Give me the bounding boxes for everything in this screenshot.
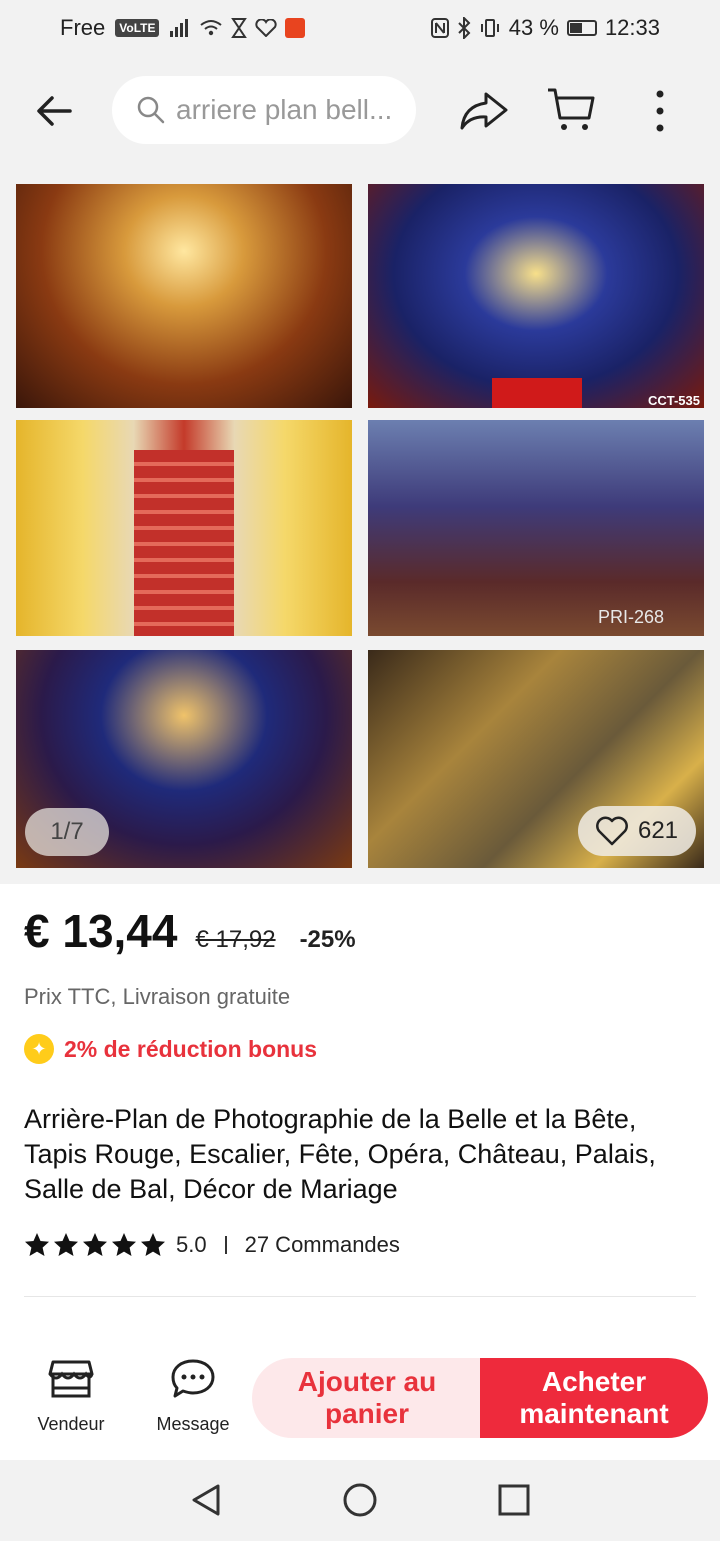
star-icon — [83, 1233, 107, 1256]
status-right: 43 % 12:33 — [430, 15, 660, 41]
image-code-label: CCT-535 — [647, 393, 700, 408]
search-input[interactable]: arriere plan bell... — [112, 76, 416, 144]
top-bar: arriere plan bell... — [0, 56, 720, 164]
message-label: Message — [156, 1414, 230, 1434]
back-arrow-icon[interactable] — [30, 86, 80, 136]
red-staircase — [134, 450, 234, 636]
product-gallery[interactable]: CCT-535 PRI-268 — [0, 164, 720, 884]
signal-icons — [169, 18, 306, 38]
red-carpet — [492, 378, 582, 408]
heart-health-icon — [255, 19, 278, 37]
add-to-cart-button[interactable]: Ajouter au panier — [252, 1358, 482, 1438]
nfc-icon — [430, 18, 449, 38]
nav-home-icon[interactable] — [342, 1482, 378, 1518]
star-icon — [54, 1233, 78, 1256]
product-title: Arrière-Plan de Photographie de la Belle… — [24, 1104, 656, 1204]
wifi-icon — [200, 20, 223, 36]
signal-icon — [170, 19, 189, 37]
gallery-image-3 — [16, 420, 352, 636]
battery-icon — [566, 20, 597, 36]
image-code-label: PRI-268 — [597, 607, 664, 627]
search-query: arriere plan bell... — [176, 94, 393, 125]
nav-recent-apps-icon[interactable] — [496, 1482, 532, 1518]
bonus-row[interactable]: ✦ 2% de réduction bonus — [24, 1034, 317, 1064]
vibrate-icon — [480, 19, 499, 37]
share-icon[interactable] — [456, 86, 512, 136]
original-price: € 17,92 — [195, 926, 276, 953]
heart-icon — [596, 816, 628, 846]
bonus-label: 2% de réduction bonus — [64, 1035, 318, 1062]
search-icon — [137, 96, 165, 124]
image-counter: 1/7 — [25, 808, 109, 856]
gallery-image-1 — [16, 184, 352, 408]
chat-bubble-icon — [171, 1359, 215, 1398]
message-button[interactable]: Message — [148, 1358, 238, 1438]
star-icon — [25, 1233, 49, 1256]
nav-back-icon[interactable] — [188, 1482, 224, 1518]
separator — [224, 1236, 227, 1254]
wishlist-button[interactable]: 621 — [578, 806, 696, 856]
system-nav-bar — [0, 1460, 720, 1541]
bluetooth-icon — [458, 17, 471, 39]
app-notification-icon — [285, 18, 306, 38]
buy-now-button[interactable]: Acheter maintenant — [480, 1358, 708, 1438]
gallery-image-2: CCT-535 — [368, 184, 704, 408]
bonus-coin-icon: ✦ — [24, 1034, 54, 1064]
volte-badge: VoLTE — [115, 19, 160, 37]
like-count: 621 — [637, 817, 679, 844]
bottom-action-bar: Vendeur Message Ajouter au panier Achete… — [0, 1340, 720, 1450]
price-row: € 13,44 € 17,92 -25% — [24, 904, 356, 958]
discount-badge: -25% — [299, 926, 356, 953]
more-options-icon[interactable] — [640, 86, 680, 136]
star-icon — [141, 1233, 165, 1256]
divider — [24, 1296, 696, 1297]
star-rating — [24, 1232, 166, 1258]
cart-icon[interactable] — [545, 84, 597, 136]
store-icon — [48, 1360, 94, 1398]
battery-percent: 43 % — [508, 15, 559, 40]
tax-shipping-note: Prix TTC, Livraison gratuite — [24, 984, 291, 1009]
gallery-image-4: PRI-268 — [368, 420, 704, 636]
status-bar: Free VoLTE 43 % 12:33 — [0, 0, 720, 56]
rating-row[interactable]: 5.0 27 Commandes — [24, 1232, 400, 1258]
carrier-label: Free — [60, 15, 106, 40]
vendor-button[interactable]: Vendeur — [24, 1358, 118, 1438]
orders-count: 27 Commandes — [244, 1232, 400, 1257]
status-left: Free VoLTE — [60, 15, 306, 41]
rating-value: 5.0 — [176, 1232, 207, 1257]
vendor-label: Vendeur — [37, 1414, 105, 1434]
hourglass-icon — [231, 18, 248, 38]
clock: 12:33 — [604, 15, 660, 40]
star-icon — [112, 1233, 136, 1256]
current-price: € 13,44 — [24, 905, 178, 957]
